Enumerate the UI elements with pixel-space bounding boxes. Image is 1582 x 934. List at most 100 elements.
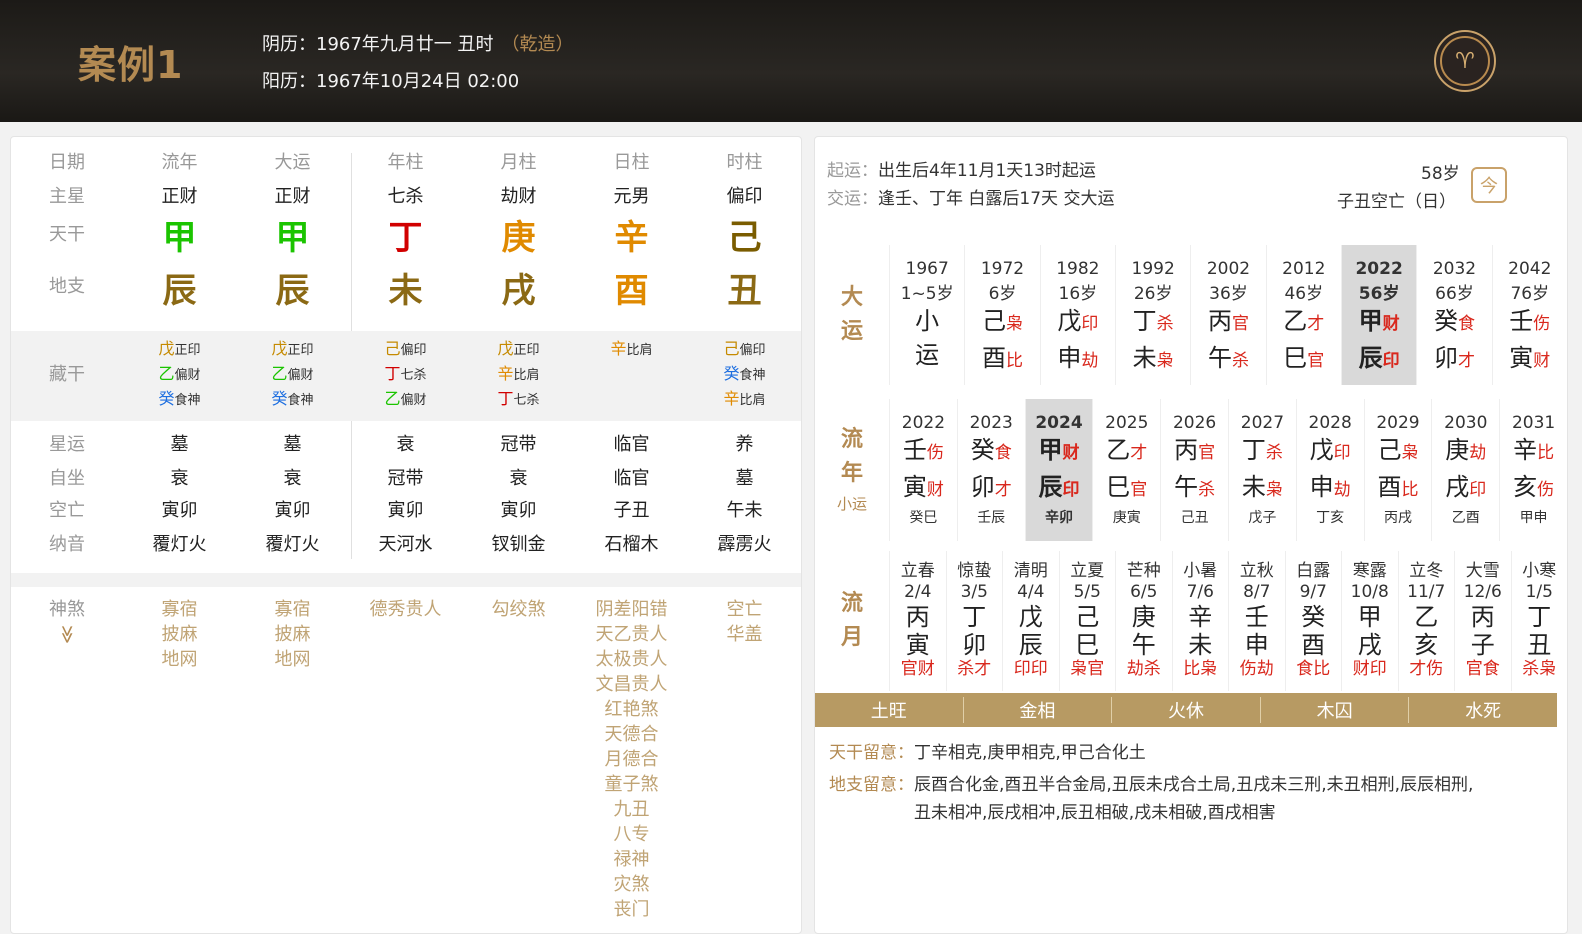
liunian-gan: 丁杀 [1229, 433, 1296, 470]
liunian-year: 2030 [1444, 413, 1488, 433]
liunian-gan-shishen: 才 [1130, 443, 1148, 463]
dayun-item[interactable]: 1967 1~5岁小运 [889, 245, 964, 385]
dayun-item[interactable]: 2002 36岁 丙官 午杀 [1190, 245, 1265, 385]
liunian-year: 2025 [1105, 413, 1149, 433]
dayun-zhi: 申劫 [1041, 341, 1115, 378]
jieqi-date: 2/4 [904, 582, 932, 602]
shensha-item[interactable]: 天德合 [575, 722, 688, 747]
dayun-year: 1972 [980, 259, 1025, 279]
liuyue-item[interactable]: 白露 9/7 癸酉食比 [1284, 551, 1342, 691]
dayun-item[interactable]: 1982 16岁 戊印 申劫 [1039, 245, 1115, 385]
dayun-zhi-shishen: 枭 [1156, 351, 1174, 371]
shensha-column: 空亡 华盖 [688, 597, 801, 647]
liuyue-item[interactable]: 小寒 1/5 丁丑杀枭 [1510, 551, 1568, 691]
liunian-item[interactable]: 2023 癸食 卯才 壬辰 [956, 399, 1025, 541]
shensha-item[interactable]: 丧门 [575, 897, 688, 922]
dayun-gan: 癸食 [1417, 304, 1491, 341]
zizuo-cell: 衰 [283, 468, 302, 489]
dayun-item[interactable]: 2012 46岁 乙才 巳官 [1265, 245, 1341, 385]
dayun-item[interactable]: 2022 56岁 甲财 辰印 [1340, 245, 1417, 385]
shensha-item[interactable]: 华盖 [688, 622, 801, 647]
shensha-item[interactable]: 地网 [236, 647, 349, 672]
shensha-item[interactable]: 九丑 [575, 797, 688, 822]
liunian-zhi: 午杀 [1161, 470, 1228, 507]
canggan-item: 癸食神 [236, 387, 349, 412]
liunian-zhi-shishen: 枭 [1265, 480, 1283, 500]
shensha-item[interactable]: 童子煞 [575, 772, 688, 797]
expand-toggle-icon[interactable]: ≫ [55, 579, 80, 691]
liunian-band: 流年小运 2022 壬伤 寅财 癸巳 2023 癸食 卯才 壬辰 2024 甲财 辰印 辛卯 2025 乙才… [815, 399, 1567, 541]
canggan-gan: 乙 [271, 364, 288, 383]
liunian-year: 2031 [1511, 413, 1556, 433]
liuyue-item[interactable]: 立春 2/4 丙寅官财 [889, 551, 946, 691]
dayun-item[interactable]: 1972 6岁 己枭 酉比 [964, 245, 1039, 385]
liuyue-item[interactable]: 小暑 7/6 辛未比枭 [1171, 551, 1229, 691]
liunian-item[interactable]: 2022 壬伤 寅财 癸巳 [889, 399, 957, 541]
shensha-item[interactable]: 披麻 [236, 622, 349, 647]
dayun-age: 26岁 [1133, 284, 1173, 304]
dayun-item[interactable]: 2032 66岁 癸食 卯才 [1416, 245, 1491, 385]
xingyun-cell: 临官 [613, 434, 650, 455]
shensha-item[interactable]: 灾煞 [575, 872, 688, 897]
dayun-gan-shishen: 财 [1382, 314, 1400, 334]
shensha-item[interactable]: 太极贵人 [575, 647, 688, 672]
shensha-item[interactable]: 阴差阳错 [575, 597, 688, 622]
liuyue-item[interactable]: 立夏 5/5 己巳枭官 [1058, 551, 1116, 691]
liunian-zhi: 巳官 [1093, 470, 1160, 507]
liuyue-item[interactable]: 清明 4/4 戊辰印印 [1002, 551, 1059, 691]
shensha-item[interactable]: 德秀贵人 [349, 597, 462, 622]
dayun-year: 2022 [1355, 259, 1403, 279]
xingyun-cell: 墓 [170, 434, 189, 455]
liunian-zhi-shishen: 印 [1469, 480, 1487, 500]
tiangan-cell: 甲 [275, 218, 310, 258]
shensha-item[interactable]: 文昌贵人 [575, 672, 688, 697]
xiaoyun: 庚寅 [1112, 510, 1141, 526]
qiyun-key: 起运： [827, 161, 878, 181]
shensha-item[interactable]: 八专 [575, 822, 688, 847]
tiangan-cell: 甲 [162, 218, 197, 258]
zodiac-sheep-icon[interactable]: ♈ [1434, 30, 1496, 92]
liunian-year: 2023 [969, 413, 1013, 433]
head-cell: 日柱 [613, 152, 650, 173]
shensha-item[interactable]: 勾绞煞 [462, 597, 575, 622]
liuyue-item[interactable]: 立冬 11/7 乙亥才伤 [1397, 551, 1455, 691]
calendar-today-icon[interactable]: 今 [1471, 167, 1507, 203]
liunian-item[interactable]: 2027 丁杀 未枭 戊子 [1227, 399, 1296, 541]
dayun-gan-char: 丁 [1132, 307, 1157, 335]
shensha-item[interactable]: 红艳煞 [575, 697, 688, 722]
liuyue-zhi: 巳 [1075, 631, 1100, 659]
liunian-item[interactable]: 2024 甲财 辰印 辛卯 [1024, 399, 1093, 541]
liunian-item[interactable]: 2031 辛比 亥伤 甲申 [1499, 399, 1567, 541]
shensha-item[interactable]: 披麻 [123, 622, 236, 647]
liuyue-item[interactable]: 立秋 8/7 壬申伤劫 [1228, 551, 1285, 691]
liunian-item[interactable]: 2028 戊印 申劫 丁亥 [1295, 399, 1364, 541]
shensha-item[interactable]: 地网 [123, 647, 236, 672]
shensha-item[interactable]: 月德合 [575, 747, 688, 772]
liunian-zhi-char: 卯 [970, 473, 995, 501]
liuyue-item[interactable]: 大雪 12/6 丙子官食 [1454, 551, 1511, 691]
current-age: 58岁 [1421, 164, 1460, 184]
shensha-item[interactable]: 空亡 [688, 597, 801, 622]
liunian-item[interactable]: 2030 庚劫 戌印 乙酉 [1431, 399, 1499, 541]
shensha-item[interactable]: 寡宿 [123, 597, 236, 622]
dayun-item[interactable]: 2042 76岁 壬伤 寅财 [1491, 245, 1567, 385]
dizhi-note: 地支留意： 辰酉合化金,酉丑半合金局,丑辰未戌合土局,丑戌未三刑,未丑相刑,辰辰相… [829, 771, 1473, 827]
liunian-item[interactable]: 2025 乙才 巳官 庚寅 [1092, 399, 1160, 541]
shensha-item[interactable]: 禄神 [575, 847, 688, 872]
tiangan-label: 天干 [49, 224, 85, 245]
liunian-item[interactable]: 2029 己枭 酉比 丙戌 [1363, 399, 1432, 541]
liunian-zhi-shishen: 财 [926, 480, 944, 500]
canggan-gan: 己 [384, 339, 401, 358]
tiangan-note-key: 天干留意： [829, 743, 914, 763]
liuyue-item[interactable]: 寒露 10/8 甲戌财印 [1341, 551, 1398, 691]
liunian-item[interactable]: 2026 丙官 午杀 己丑 [1160, 399, 1228, 541]
jieqi-name: 清明 [1013, 561, 1048, 581]
shensha-item[interactable]: 寡宿 [236, 597, 349, 622]
dayun-item[interactable]: 1992 26岁 丁杀 未枭 [1114, 245, 1190, 385]
liuyue-item[interactable]: 芒种 6/5 庚午劫杀 [1115, 551, 1172, 691]
dayun-gan-char: 乙 [1283, 307, 1308, 335]
zizuo-label: 自坐 [49, 468, 85, 489]
liuyue-item[interactable]: 惊蛰 3/5 丁卯杀才 [945, 551, 1003, 691]
canggan-item: 戊正印 [462, 337, 575, 362]
shensha-item[interactable]: 天乙贵人 [575, 622, 688, 647]
